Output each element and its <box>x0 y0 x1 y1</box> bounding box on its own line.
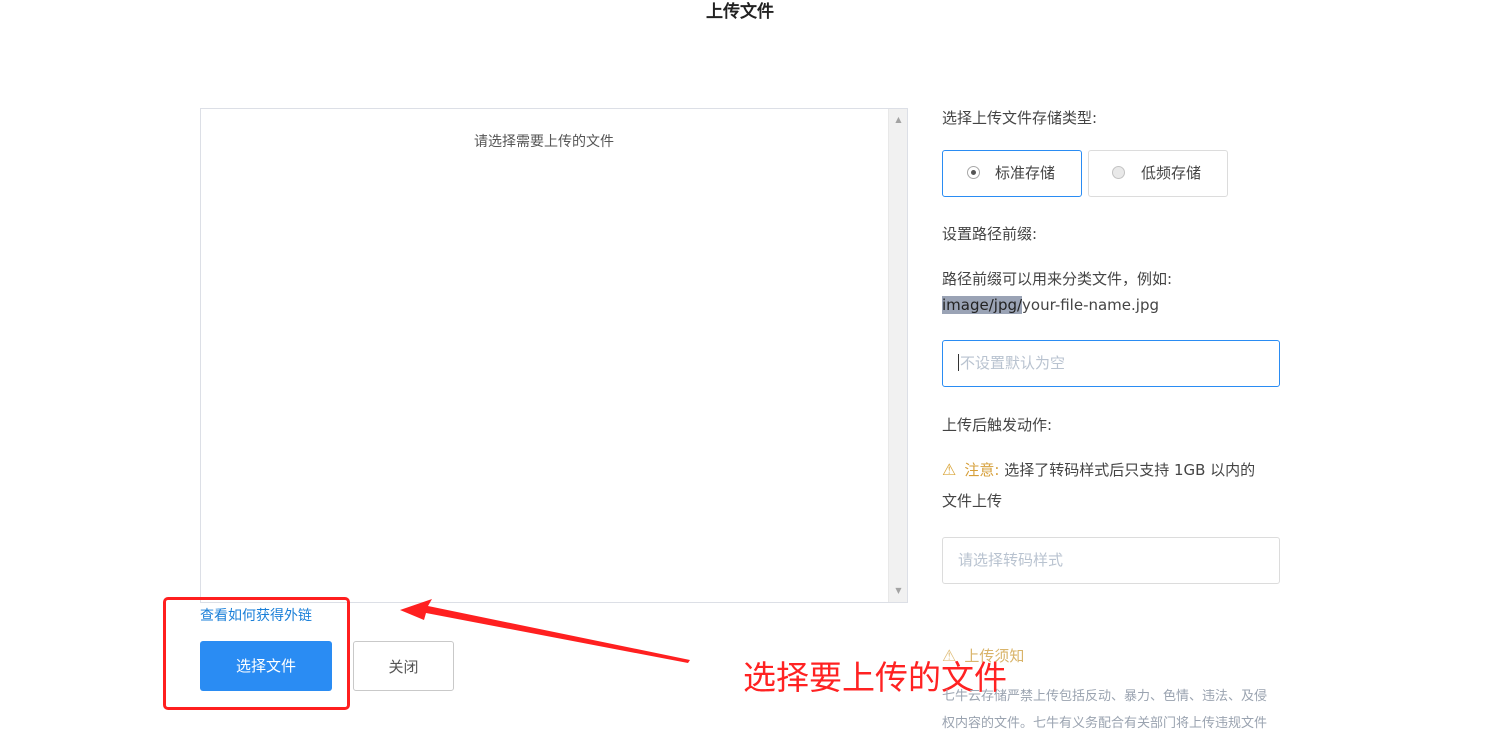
warning-strong: 注意: <box>964 461 1000 479</box>
warning-icon: ⚠ <box>942 460 957 479</box>
storage-option-label: 低频存储 <box>1141 164 1202 182</box>
annotation-highlight-box <box>163 597 350 710</box>
storage-type-label: 选择上传文件存储类型: <box>942 109 1098 127</box>
scroll-down-icon[interactable]: ▼ <box>889 582 908 600</box>
storage-option-infrequent[interactable]: 低频存储 <box>1088 150 1228 197</box>
file-list-panel[interactable]: 请选择需要上传的文件 ▲ ▼ <box>200 108 908 603</box>
storage-option-standard[interactable]: 标准存储 <box>942 150 1082 197</box>
upload-notice-line: 七牛云存储严禁上传包括反动、暴力、色情、违法、及侵 <box>942 689 1268 704</box>
warning-icon: ⚠ <box>942 646 957 665</box>
storage-option-label: 标准存储 <box>995 164 1056 182</box>
upload-dialog: 上传文件 请选择需要上传的文件 ▲ ▼ 查看如何获得外链 选择文件 关闭 选择要… <box>0 0 1509 741</box>
page-title: 上传文件 <box>706 2 774 22</box>
file-list-scrollbar[interactable]: ▲ ▼ <box>888 109 907 602</box>
path-prefix-placeholder: 不设置默认为空 <box>960 354 1066 372</box>
text-caret <box>958 354 959 371</box>
upload-notice-title: 上传须知 <box>964 647 1025 665</box>
upload-notice-header: ⚠ 上传须知 <box>942 645 1024 667</box>
path-prefix-example-rest: your-file-name.jpg <box>1022 296 1160 314</box>
transcode-style-select[interactable]: 请选择转码样式 <box>942 537 1280 584</box>
upload-notice-line: 权内容的文件。七牛有义务配合有关部门将上传违规文件 <box>942 716 1268 731</box>
warning-text-continued: 文件上传 <box>942 492 1003 510</box>
path-prefix-hint: 路径前缀可以用来分类文件，例如: <box>942 270 1173 288</box>
radio-checked-icon[interactable] <box>967 166 980 179</box>
warning-text: 选择了转码样式后只支持 1GB 以内的 <box>1004 461 1256 479</box>
radio-unchecked-icon[interactable] <box>1112 166 1125 179</box>
path-prefix-label: 设置路径前缀: <box>942 225 1038 243</box>
path-prefix-example: image/jpg/your-file-name.jpg <box>942 294 1159 316</box>
trigger-action-label: 上传后触发动作: <box>942 416 1053 434</box>
annotation-arrow-icon <box>400 599 690 663</box>
upload-notice-text: 七牛云存储严禁上传包括反动、暴力、色情、违法、及侵 权内容的文件。七牛有义务配合… <box>942 683 1287 737</box>
transcode-warning: ⚠ 注意: 选择了转码样式后只支持 1GB 以内的 <box>942 459 1255 481</box>
file-list-prompt: 请选择需要上传的文件 <box>474 134 614 150</box>
transcode-style-placeholder: 请选择转码样式 <box>958 551 1064 569</box>
path-prefix-example-highlight: image/jpg/ <box>942 296 1023 314</box>
path-prefix-input[interactable]: 不设置默认为空 <box>942 340 1280 387</box>
scroll-up-icon[interactable]: ▲ <box>889 111 908 129</box>
